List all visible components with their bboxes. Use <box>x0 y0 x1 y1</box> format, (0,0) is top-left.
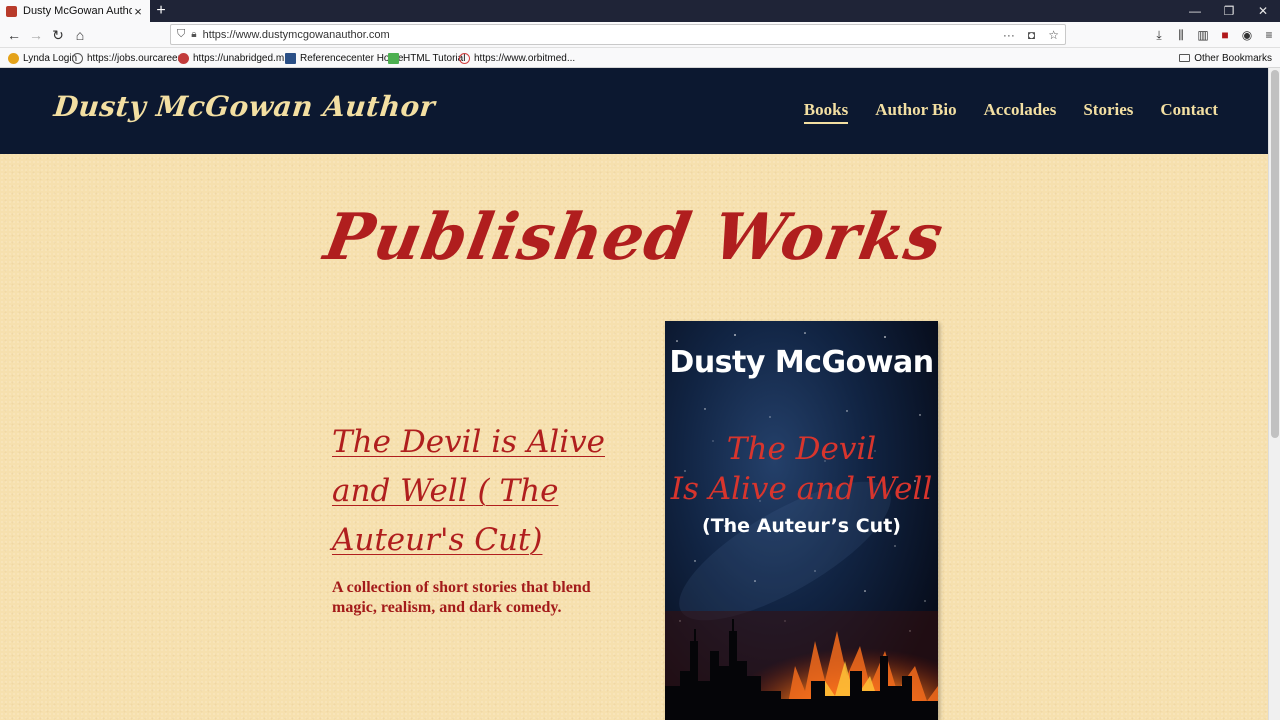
sidebar-icon[interactable]: ▥ <box>1192 25 1214 45</box>
window-controls: — ❐ ✕ <box>1178 0 1280 22</box>
site-favicon-icon <box>6 5 17 17</box>
book-title-link[interactable]: The Devil is Alive and Well ( The Auteur… <box>332 418 622 565</box>
browser-toolbar: ← → ↻ ⌂ ⛉ 🔒︎ https://www.dustymcgowanaut… <box>0 22 1280 48</box>
bookmark-label: Lynda Login <box>23 52 78 64</box>
book-description: A collection of short stories that blend… <box>332 579 591 616</box>
bookmark-item[interactable]: https://unabridged.m... <box>178 48 293 68</box>
burning-city-graphic <box>665 611 938 720</box>
nav-link-author-bio[interactable]: Author Bio <box>875 100 956 124</box>
lock-icon[interactable]: 🔒︎ <box>191 29 196 40</box>
site-header: Dusty McGowan Author Books Author Bio Ac… <box>0 68 1268 154</box>
cover-title-line: The Devil <box>726 431 877 467</box>
other-bookmarks[interactable]: Other Bookmarks <box>1179 48 1272 68</box>
book-cover-image[interactable]: Dusty McGowan The Devil Is Alive and Wel… <box>665 321 938 720</box>
site-nav: Books Author Bio Accolades Stories Conta… <box>777 100 1218 124</box>
page-scrollbar[interactable] <box>1268 68 1280 720</box>
page-actions-icon[interactable]: ··· <box>1003 28 1015 42</box>
bookmark-item[interactable]: Lynda Login <box>8 48 77 68</box>
bookmark-favicon-icon <box>459 52 470 64</box>
page-title: Published Works <box>318 200 950 275</box>
bookmark-item[interactable]: https://www.orbitmed... <box>459 48 575 68</box>
bookmark-favicon-icon <box>285 52 296 64</box>
cover-title-line: Is Alive and Well <box>670 471 933 507</box>
url-text[interactable]: https://www.dustymcgowanauthor.com <box>203 29 993 41</box>
bookmark-label: https://jobs.ourcareer... <box>87 52 189 64</box>
bookmark-label: https://unabridged.m... <box>193 52 293 64</box>
reload-button[interactable]: ↻ <box>48 25 68 45</box>
bookmark-item[interactable]: Referencecenter Home <box>285 48 403 68</box>
account-icon[interactable]: ◉ <box>1236 25 1258 45</box>
folder-icon <box>1179 54 1191 62</box>
tracking-shield-icon[interactable]: ⛉ <box>177 28 185 41</box>
forward-button[interactable]: → <box>26 25 46 45</box>
bookmark-item[interactable]: HTML Tutorial <box>388 48 465 68</box>
new-tab-button[interactable]: + <box>152 0 170 22</box>
scrollbar-thumb[interactable] <box>1271 70 1279 438</box>
bookmarks-bar: Lynda Login https://jobs.ourcareer... ht… <box>0 48 1280 68</box>
globe-icon <box>72 52 83 64</box>
home-button[interactable]: ⌂ <box>70 25 90 45</box>
bookmark-label: https://www.orbitmed... <box>474 52 576 64</box>
pocket-icon[interactable]: ◘ <box>1028 28 1035 42</box>
bookmark-item[interactable]: https://jobs.ourcareer... <box>72 48 189 68</box>
restore-button[interactable]: ❐ <box>1212 0 1246 22</box>
nav-link-books[interactable]: Books <box>803 100 849 124</box>
browser-tab-bar: Dusty McGowan Author × + — ❐ ✕ <box>0 0 1280 22</box>
bookmark-star-icon[interactable]: ☆ <box>1048 28 1059 42</box>
bookmark-label: HTML Tutorial <box>403 52 466 64</box>
other-bookmarks-label: Other Bookmarks <box>1194 52 1272 64</box>
cover-subtitle: (The Auteur’s Cut) <box>702 515 901 537</box>
pdf-extension-icon[interactable]: ■ <box>1214 25 1236 45</box>
browser-tab[interactable]: Dusty McGowan Author × <box>0 0 150 22</box>
menu-icon[interactable]: ≡ <box>1258 25 1280 45</box>
nav-link-accolades[interactable]: Accolades <box>984 100 1057 124</box>
browser-tools: ⤓ ⫼ ▥ ■ ◉ ≡ <box>1148 25 1280 45</box>
cover-title: The Devil Is Alive and Well <box>665 429 938 509</box>
web-page: Dusty McGowan Author Books Author Bio Ac… <box>0 68 1268 720</box>
minimize-button[interactable]: — <box>1178 0 1212 22</box>
site-logo[interactable]: Dusty McGowan Author <box>52 90 437 123</box>
library-icon[interactable]: ⫼ <box>1170 25 1192 45</box>
cover-author-name: Dusty McGowan <box>669 345 934 380</box>
downloads-icon[interactable]: ⤓ <box>1148 25 1170 45</box>
tab-close-icon[interactable]: × <box>132 4 144 19</box>
bookmark-favicon-icon <box>178 52 189 64</box>
nav-link-stories[interactable]: Stories <box>1083 100 1133 124</box>
nav-link-contact[interactable]: Contact <box>1160 100 1218 124</box>
address-bar[interactable]: ⛉ 🔒︎ https://www.dustymcgowanauthor.com … <box>170 24 1066 45</box>
close-window-button[interactable]: ✕ <box>1246 0 1280 22</box>
back-button[interactable]: ← <box>4 25 24 45</box>
bookmark-favicon-icon <box>8 52 19 64</box>
tab-title: Dusty McGowan Author <box>23 5 132 17</box>
bookmark-favicon-icon <box>388 52 399 64</box>
